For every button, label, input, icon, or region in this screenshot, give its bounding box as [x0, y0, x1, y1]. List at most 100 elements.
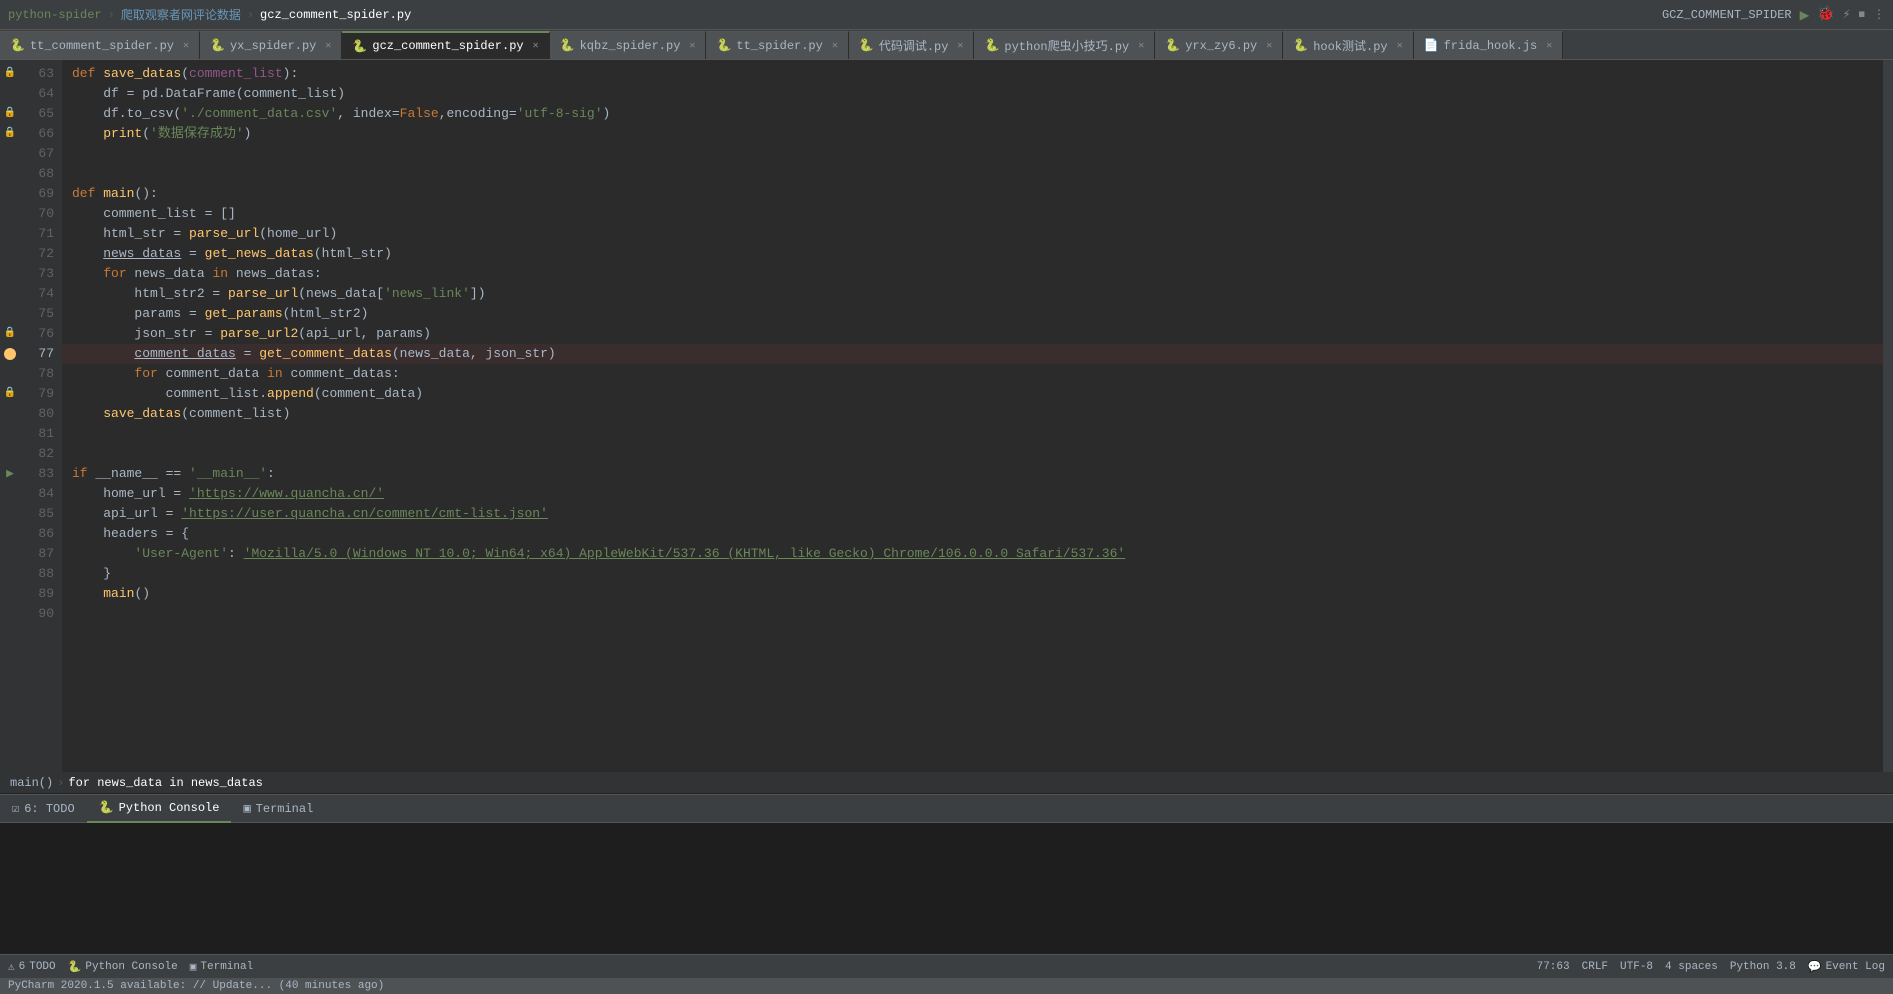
tab-hook[interactable]: 🐍 hook测试.py ✕	[1283, 31, 1413, 59]
gutter-line-72	[0, 244, 20, 264]
code-line-68	[62, 164, 1883, 184]
gutter-line-76: 🔒	[0, 324, 20, 344]
indent-settings[interactable]: 4 spaces	[1665, 961, 1718, 973]
gutter-line-85	[0, 504, 20, 524]
line-num-66: 66	[24, 124, 54, 144]
line-num-82: 82	[24, 444, 54, 464]
breadcrumb-item-main[interactable]: main()	[10, 776, 53, 790]
lock-icon: 🔒	[4, 124, 16, 144]
code-line-88: }	[62, 564, 1883, 584]
breadcrumb-file[interactable]: gcz_comment_spider.py	[260, 8, 411, 22]
breadcrumb-item-for[interactable]: for news_data in news_datas	[68, 776, 262, 790]
stop-button[interactable]: ⏹	[1859, 7, 1866, 22]
line-ending[interactable]: CRLF	[1582, 961, 1608, 973]
line-numbers: 63 64 65 66 67 68 69 70 71 72 73 74 75 7…	[20, 60, 62, 772]
line-num-73: 73	[24, 264, 54, 284]
line-num-87: 87	[24, 544, 54, 564]
code-content[interactable]: def save_datas(comment_list): df = pd.Da…	[62, 60, 1883, 772]
tab-kqbz-spider[interactable]: 🐍 kqbz_spider.py ✕	[550, 31, 707, 59]
code-line-81	[62, 424, 1883, 444]
status-bar-right: 77:63 CRLF UTF-8 4 spaces Python 3.8 💬 E…	[1537, 960, 1885, 974]
gutter-line-83[interactable]: ▶	[0, 464, 20, 484]
line-num-85: 85	[24, 504, 54, 524]
line-num-79: 79	[24, 384, 54, 404]
code-line-66: print('数据保存成功')	[62, 124, 1883, 144]
run-marker-icon[interactable]: ▶	[6, 464, 14, 484]
close-icon[interactable]: ✕	[1266, 40, 1272, 52]
gutter: 🔒 🔒 🔒 🔒 🔒 ▶	[0, 60, 20, 772]
title-bar-breadcrumb: python-spider › 爬取观察者网评论数据 › gcz_comment…	[8, 6, 411, 23]
code-line-72: news_datas = get_news_datas(html_str)	[62, 244, 1883, 264]
editor-empty-space	[62, 624, 1883, 724]
python-icon: 🐍	[68, 960, 82, 974]
problems-status[interactable]: ⚠ 6 TODO	[8, 960, 56, 974]
warning-icon: ⚠	[8, 960, 15, 974]
close-icon[interactable]: ✕	[957, 40, 963, 52]
scrollbar-right[interactable]	[1883, 60, 1893, 772]
run-button[interactable]: ▶	[1800, 5, 1810, 25]
event-log[interactable]: 💬 Event Log	[1808, 960, 1885, 974]
close-icon[interactable]: ✕	[689, 40, 695, 52]
tab-frida-hook[interactable]: 📄 frida_hook.js ✕	[1414, 31, 1564, 59]
tab-todo[interactable]: ☑ 6: TODO	[0, 795, 87, 823]
line-num-63: 63	[24, 64, 54, 84]
close-icon[interactable]: ✕	[183, 40, 189, 52]
breadcrumb-folder[interactable]: 爬取观察者网评论数据	[121, 6, 241, 23]
run-config-label[interactable]: GCZ_COMMENT_SPIDER	[1662, 8, 1792, 22]
terminal-status[interactable]: ▣ Terminal	[190, 960, 253, 974]
cursor-position[interactable]: 77:63	[1537, 961, 1570, 973]
project-name[interactable]: python-spider	[8, 8, 102, 22]
lock-icon: 🔒	[4, 64, 16, 84]
code-line-75: params = get_params(html_str2)	[62, 304, 1883, 324]
code-line-71: html_str = parse_url(home_url)	[62, 224, 1883, 244]
gutter-line-88	[0, 564, 20, 584]
code-line-80: save_datas(comment_list)	[62, 404, 1883, 424]
close-icon[interactable]: ✕	[1546, 40, 1552, 52]
code-line-90	[62, 604, 1883, 624]
gutter-line-68	[0, 164, 20, 184]
code-line-76: json_str = parse_url2(api_url, params)	[62, 324, 1883, 344]
code-line-83: if __name__ == '__main__':	[62, 464, 1883, 484]
close-icon[interactable]: ✕	[533, 40, 539, 52]
python-version[interactable]: Python 3.8	[1730, 961, 1796, 973]
tab-gcz-comment-spider[interactable]: 🐍 gcz_comment_spider.py ✕	[342, 31, 549, 59]
gutter-line-86	[0, 524, 20, 544]
tab-tt-comment-spider[interactable]: 🐍 tt_comment_spider.py ✕	[0, 31, 200, 59]
run-with-coverage[interactable]: ⚡	[1843, 7, 1851, 22]
gutter-line-82	[0, 444, 20, 464]
gutter-line-84	[0, 484, 20, 504]
code-line-82	[62, 444, 1883, 464]
python-console-status-label: Python Console	[85, 961, 177, 973]
python-console-status[interactable]: 🐍 Python Console	[68, 960, 178, 974]
tab-tt-spider2[interactable]: 🐍 tt_spider.py ✕	[706, 31, 848, 59]
event-log-icon: 💬	[1808, 960, 1822, 974]
tab-yx-spider[interactable]: 🐍 yx_spider.py ✕	[200, 31, 342, 59]
close-icon[interactable]: ✕	[325, 40, 331, 52]
close-icon[interactable]: ✕	[832, 40, 838, 52]
bottom-content[interactable]	[0, 823, 1893, 954]
tab-python-console[interactable]: 🐍 Python Console	[87, 795, 232, 823]
close-icon[interactable]: ✕	[1138, 40, 1144, 52]
line-num-84: 84	[24, 484, 54, 504]
close-icon[interactable]: ✕	[1397, 40, 1403, 52]
tab-pachong[interactable]: 🐍 python爬虫小技巧.py ✕	[974, 31, 1155, 59]
breakpoint-marker[interactable]	[4, 348, 16, 360]
update-bar[interactable]: PyCharm 2020.1.5 available: // Update...…	[0, 978, 1893, 994]
file-encoding[interactable]: UTF-8	[1620, 961, 1653, 973]
python-icon: 🐍	[352, 39, 367, 54]
line-num-77: 77	[24, 344, 54, 364]
todo-label: 6: TODO	[24, 802, 74, 816]
tab-terminal[interactable]: ▣ Terminal	[231, 795, 325, 823]
more-options[interactable]: ⋮	[1873, 7, 1885, 22]
code-line-67	[62, 144, 1883, 164]
code-line-73: for news_data in news_datas:	[62, 264, 1883, 284]
tab-daima[interactable]: 🐍 代码调试.py ✕	[849, 31, 975, 59]
code-line-63: def save_datas(comment_list):	[62, 64, 1883, 84]
bottom-tabs: ☑ 6: TODO 🐍 Python Console ▣ Terminal	[0, 795, 1893, 823]
tab-yrx[interactable]: 🐍 yrx_zy6.py ✕	[1155, 31, 1283, 59]
line-num-90: 90	[24, 604, 54, 624]
debug-button[interactable]: 🐞	[1817, 6, 1834, 23]
gutter-line-77[interactable]	[0, 344, 20, 364]
python-console-icon: 🐍	[99, 800, 114, 815]
code-line-89: main()	[62, 584, 1883, 604]
